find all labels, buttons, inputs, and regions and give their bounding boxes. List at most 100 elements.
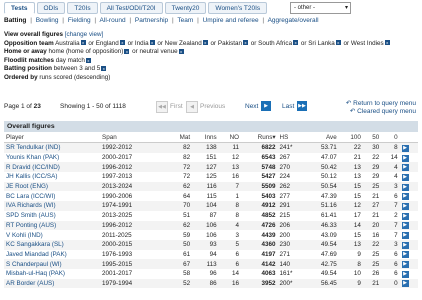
col-runs[interactable]: Runs▾	[241, 133, 278, 143]
cell-player-name[interactable]: AR Border (AUS)	[4, 278, 100, 289]
other-format-value: - other -	[294, 5, 316, 11]
col-inns[interactable]: Inns	[192, 133, 219, 143]
row-detail-icon[interactable]: ▶	[401, 164, 409, 172]
cell-player-name[interactable]: IVA Richards (WI)	[4, 201, 100, 211]
cell-player-name[interactable]: JE Root (ENG)	[4, 181, 100, 192]
row-detail-icon[interactable]: ▶	[401, 193, 409, 201]
row-detail-icon[interactable]: ▶	[401, 154, 409, 162]
cleared-query-menu[interactable]: ↶ Cleared query menu	[346, 108, 416, 116]
row-detail-icon[interactable]: ▶	[401, 173, 409, 181]
col-mat[interactable]: Mat	[168, 133, 193, 143]
tab-twenty20[interactable]: Twenty20	[164, 2, 207, 14]
row-detail-icon[interactable]: ▶	[401, 183, 409, 191]
change-view-link[interactable]: [change view]	[65, 31, 104, 38]
cell-not-outs: 6	[235, 250, 240, 258]
remove-icon[interactable]: x	[293, 40, 299, 46]
cell-player-name[interactable]: Misbah-ul-Haq (PAK)	[4, 269, 100, 279]
tab-tests[interactable]: Tests	[4, 2, 35, 14]
cell-player-name[interactable]: SPD Smith (AUS)	[4, 211, 100, 221]
subnav-item-umpire[interactable]: Umpire and referee	[203, 17, 259, 24]
last-page-link[interactable]: Last	[282, 103, 294, 110]
col-no[interactable]: NO	[218, 133, 242, 143]
row-detail-cell: ▶	[399, 278, 418, 289]
remove-icon[interactable]: x	[80, 40, 86, 46]
tab-t20is[interactable]: T20Is	[67, 2, 98, 14]
col-hs[interactable]: HS	[277, 133, 306, 143]
subnav-separator: |	[62, 17, 64, 24]
cell-not-outs: 5	[218, 239, 242, 250]
cell-player-name[interactable]: V Kohli (IND)	[4, 230, 100, 240]
subnav-item-team[interactable]: Team	[177, 17, 193, 24]
col-ave[interactable]: Ave	[305, 133, 339, 143]
cell-runs: 4439	[261, 231, 276, 239]
cell-not-outs: 7	[218, 181, 242, 192]
return-links: ↶ Return to query menu ↶ Cleared query m…	[346, 100, 416, 116]
cell-innings: 93	[192, 239, 219, 250]
tab-odis[interactable]: ODIs	[36, 2, 66, 14]
cell-player-name[interactable]: Javed Miandad (PAK)	[4, 250, 100, 260]
remove-icon[interactable]: x	[202, 40, 208, 46]
row-detail-icon[interactable]: ▶	[401, 202, 409, 210]
return-to-query-menu[interactable]: ↶ Return to query menu	[346, 100, 416, 108]
remove-icon[interactable]: x	[384, 40, 390, 46]
last-page-icon[interactable]: ▶▶	[297, 101, 307, 111]
subnav-item-bowling[interactable]: Bowling	[36, 17, 59, 24]
remove-icon[interactable]: x	[85, 57, 91, 63]
row-detail-icon[interactable]: ▶	[401, 280, 409, 288]
cell-ducks: 3	[381, 181, 400, 192]
subnav-item-batting[interactable]: Batting	[4, 17, 26, 24]
cell-hundreds: 9	[338, 278, 363, 289]
results-table: Player Span Mat Inns NO Runs▾ HS Ave 100…	[4, 133, 418, 289]
row-detail-icon[interactable]: ▶	[401, 222, 409, 230]
tab-womens-t20is[interactable]: Women's T20Is	[208, 2, 268, 14]
row-detail-icon[interactable]: ▶	[401, 241, 409, 249]
cell-player-name[interactable]: KC Sangakkara (SL)	[4, 239, 100, 250]
next-page-link[interactable]: Next	[245, 103, 258, 110]
col-100[interactable]: 100	[338, 133, 363, 143]
remove-icon[interactable]: x	[149, 40, 155, 46]
cell-player-name[interactable]: Younis Khan (PAK)	[4, 153, 100, 163]
subnav-item-partnership[interactable]: Partnership	[135, 17, 168, 24]
col-50[interactable]: 50	[362, 133, 382, 143]
row-detail-icon[interactable]: ▶	[401, 270, 409, 278]
tab-all-test-odi-t20i[interactable]: All Test/ODI/T20I	[99, 2, 163, 14]
col-0[interactable]: 0	[381, 133, 400, 143]
col-player[interactable]: Player	[4, 133, 100, 143]
remove-icon[interactable]: x	[119, 40, 125, 46]
cell-fifties: 25	[362, 259, 382, 269]
cell-high-score: 230	[277, 239, 306, 250]
cell-average: 43.09	[320, 231, 337, 239]
cell-span: 2000-2015	[100, 239, 168, 250]
col-span[interactable]: Span	[100, 133, 168, 143]
remove-icon[interactable]: x	[243, 40, 249, 46]
row-detail-icon[interactable]: ▶	[401, 261, 409, 269]
row-detail-icon[interactable]: ▶	[401, 144, 409, 152]
row-detail-cell: ▶	[400, 153, 418, 163]
table-row: SR Tendulkar (IND) 1992-2012 82 138 11 6822 24…	[4, 142, 418, 153]
cell-player-name[interactable]: R Dravid (ICC/IND)	[4, 162, 100, 173]
cell-player-name[interactable]: JH Kallis (ICC/SA)	[4, 172, 100, 182]
cell-player-name[interactable]: S Chanderpaul (WI)	[4, 259, 100, 269]
subnav-item-all-round[interactable]: All-round	[100, 17, 126, 24]
subnav-item-aggregate[interactable]: Aggregate/overall	[268, 17, 319, 24]
cell-player-name[interactable]: BC Lara (ICC/WI)	[4, 191, 100, 201]
remove-icon[interactable]: x	[178, 49, 184, 55]
other-format-select[interactable]: - other - ▾	[290, 2, 351, 14]
cell-matches: 72	[183, 173, 191, 181]
remove-icon[interactable]: x	[124, 49, 130, 55]
home-away-label: Home or away	[4, 48, 47, 56]
subnav-item-fielding[interactable]: Fielding	[68, 17, 91, 24]
row-detail-icon[interactable]: ▶	[401, 212, 409, 220]
cell-player-name[interactable]: RT Ponting (AUS)	[4, 220, 100, 231]
remove-icon[interactable]: x	[101, 66, 107, 72]
row-detail-icon[interactable]: ▶	[401, 232, 409, 240]
cell-player-name[interactable]: SR Tendulkar (IND)	[4, 142, 100, 153]
cell-average: 50.54	[305, 181, 339, 192]
cell-runs: 4360	[241, 239, 278, 250]
cell-innings: 125	[206, 173, 217, 181]
table-row: Misbah-ul-Haq (PAK) 2001-2017 58 96 14 4063 16…	[4, 269, 418, 279]
remove-icon[interactable]: x	[335, 40, 341, 46]
next-page-icon[interactable]: ▶	[261, 101, 271, 111]
row-detail-icon[interactable]: ▶	[401, 251, 409, 259]
cell-runs: 5748	[241, 162, 278, 173]
